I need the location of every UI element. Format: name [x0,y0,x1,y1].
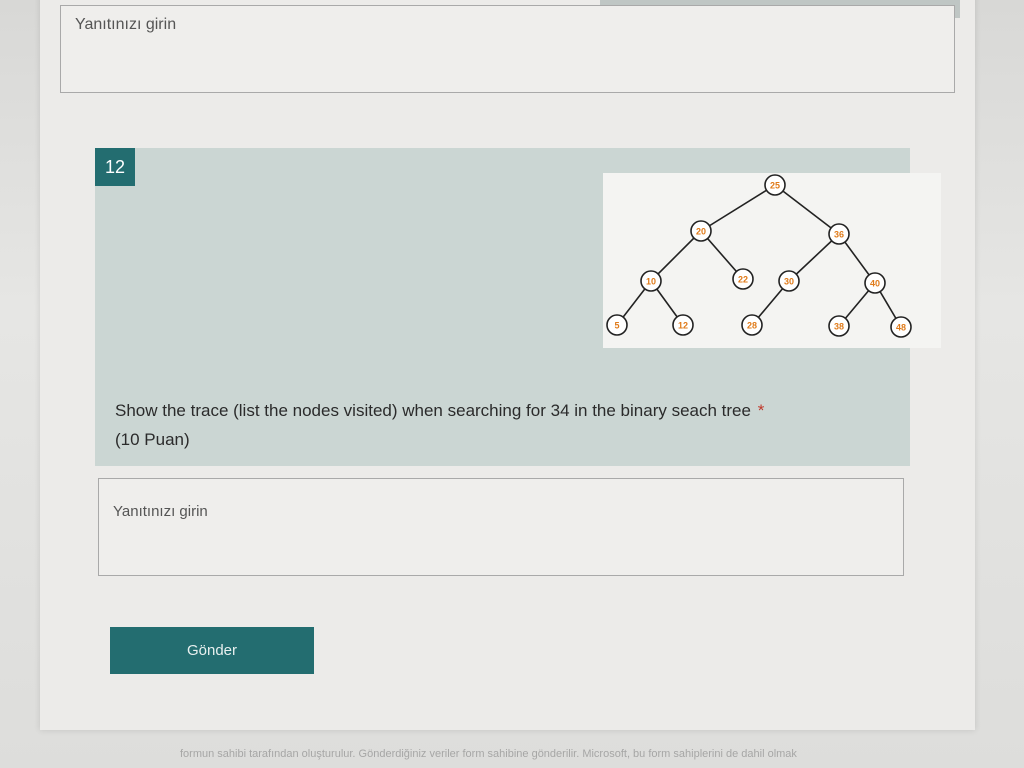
tree-node-label: 22 [738,275,748,285]
tree-node-22: 22 [732,268,754,290]
tree-node-label: 48 [896,323,906,333]
tree-node-label: 10 [646,277,656,287]
tree-node-25: 25 [764,174,786,196]
question-text: Show the trace (list the nodes visited) … [115,401,751,420]
tree-node-20: 20 [690,220,712,242]
tree-node-30: 30 [778,270,800,292]
tree-node-label: 20 [696,227,706,237]
submit-button[interactable]: Gönder [110,627,314,674]
tree-node-5: 5 [606,314,628,336]
tree-node-10: 10 [640,270,662,292]
question-block: 12 25 20 36 10 22 30 40 5 12 28 38 48 Sh… [95,148,941,466]
previous-answer-field[interactable]: Yanıtınızı girin [60,5,955,93]
tree-node-label: 30 [784,277,794,287]
tree-diagram: 25 20 36 10 22 30 40 5 12 28 38 48 [606,174,912,338]
answer-placeholder: Yanıtınızı girin [113,503,208,520]
tree-node-48: 48 [890,316,912,338]
page: Yanıtınızı girin 12 25 20 36 10 22 30 40… [0,0,1024,768]
question-points: (10 Puan) [115,430,190,449]
question-number-badge: 12 [95,148,135,186]
footer-disclaimer: formun sahibi tarafından oluşturulur. Gö… [180,748,797,760]
tree-node-label: 5 [614,321,619,331]
tree-node-12: 12 [672,314,694,336]
tree-node-36: 36 [828,223,850,245]
binary-search-tree-image: 25 20 36 10 22 30 40 5 12 28 38 48 [603,173,941,348]
previous-answer-placeholder: Yanıtınızı girin [75,16,177,33]
tree-node-28: 28 [741,314,763,336]
question-text-block: Show the trace (list the nodes visited) … [115,396,855,454]
answer-field[interactable]: Yanıtınızı girin [98,478,904,576]
required-mark: * [757,401,765,420]
tree-node-40: 40 [864,272,886,294]
tree-nodes: 25 20 36 10 22 30 40 5 12 28 38 48 [606,174,912,338]
tree-node-label: 25 [770,181,780,191]
tree-node-label: 38 [834,322,844,332]
tree-node-38: 38 [828,315,850,337]
tree-edges [616,184,902,328]
tree-node-label: 12 [678,321,688,331]
tree-node-label: 40 [870,279,880,289]
tree-node-label: 28 [747,321,757,331]
tree-node-label: 36 [834,230,844,240]
